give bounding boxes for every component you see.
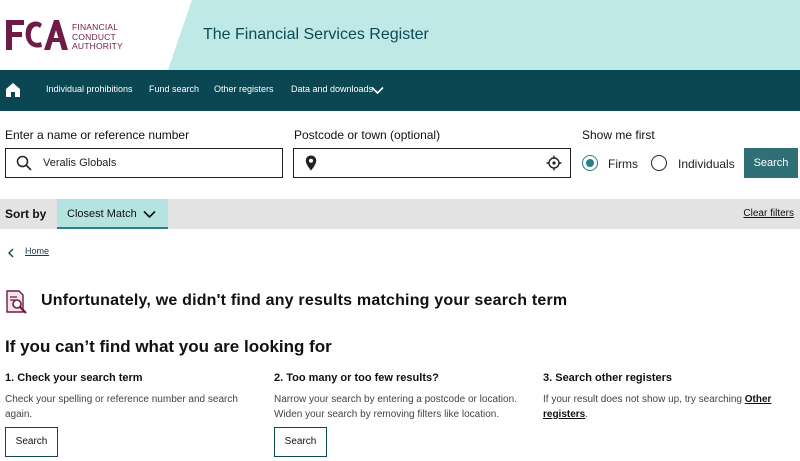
chevron-left-icon bbox=[8, 248, 14, 258]
help-col-3-heading: 3. Search other registers bbox=[543, 372, 673, 384]
site-title[interactable]: The Financial Services Register bbox=[203, 26, 429, 44]
help-col-3-text-before: If your result does not show up, try sea… bbox=[543, 394, 745, 405]
nav-item-data-and-downloads[interactable]: Data and downloads bbox=[291, 84, 373, 94]
individuals-radio-label[interactable]: Individuals bbox=[678, 157, 735, 171]
nav-item-other-registers[interactable]: Other registers bbox=[214, 84, 274, 94]
breadcrumb-home-link[interactable]: Home bbox=[25, 246, 49, 256]
name-search-value: Veralis Globals bbox=[43, 157, 117, 169]
location-pin-icon bbox=[305, 155, 317, 171]
clear-filters-link[interactable]: Clear filters bbox=[743, 208, 794, 219]
help-col-2-heading: 2. Too many or too few results? bbox=[274, 372, 439, 384]
postcode-field-label: Postcode or town (optional) bbox=[294, 128, 441, 142]
site-header: FINANCIAL CONDUCT AUTHORITY The Financia… bbox=[0, 0, 800, 70]
logo-wordmark: FINANCIAL CONDUCT AUTHORITY bbox=[72, 22, 123, 52]
help-col-1-text: Check your spelling or reference number … bbox=[5, 394, 238, 420]
individuals-radio[interactable] bbox=[651, 155, 667, 171]
search-icon bbox=[16, 155, 32, 171]
nav-item-fund-search[interactable]: Fund search bbox=[149, 84, 199, 94]
firms-radio-label[interactable]: Firms bbox=[608, 157, 638, 171]
no-results-message: Unfortunately, we didn't find any result… bbox=[41, 292, 568, 309]
help-heading: If you can’t find what you are looking f… bbox=[5, 337, 332, 356]
sort-bar: Sort by Closest Match Clear filters bbox=[0, 199, 800, 229]
help-col-2-search-button[interactable]: Search bbox=[274, 427, 327, 457]
firms-radio[interactable] bbox=[582, 155, 598, 171]
chevron-down-icon[interactable] bbox=[371, 86, 384, 95]
postcode-input[interactable] bbox=[293, 148, 571, 178]
document-search-icon bbox=[6, 290, 27, 314]
sort-by-label: Sort by bbox=[5, 207, 47, 221]
help-col-1-search-button[interactable]: Search bbox=[5, 427, 58, 457]
nav-item-individual-prohibitions[interactable]: Individual prohibitions bbox=[46, 84, 133, 94]
name-field-label: Enter a name or reference number bbox=[5, 128, 190, 142]
chevron-down-icon bbox=[143, 210, 156, 219]
search-button[interactable]: Search bbox=[744, 148, 798, 178]
home-icon[interactable] bbox=[5, 82, 21, 98]
sort-selected-value: Closest Match bbox=[67, 208, 137, 220]
show-me-first-label: Show me first bbox=[582, 128, 655, 142]
locate-crosshair-icon[interactable] bbox=[546, 155, 562, 171]
help-col-1-heading: 1. Check your search term bbox=[5, 372, 143, 384]
fca-logo[interactable] bbox=[4, 18, 68, 52]
help-col-3-text: If your result does not show up, try sea… bbox=[543, 392, 793, 422]
help-col-2-text: Narrow your search by entering a postcod… bbox=[274, 394, 517, 420]
sort-select[interactable]: Closest Match bbox=[57, 199, 168, 229]
help-col-3-text-after: . bbox=[585, 409, 589, 420]
name-search-input[interactable]: Veralis Globals bbox=[5, 148, 283, 178]
logo-line: AUTHORITY bbox=[72, 41, 123, 51]
main-nav: Individual prohibitions Fund search Othe… bbox=[0, 70, 800, 111]
